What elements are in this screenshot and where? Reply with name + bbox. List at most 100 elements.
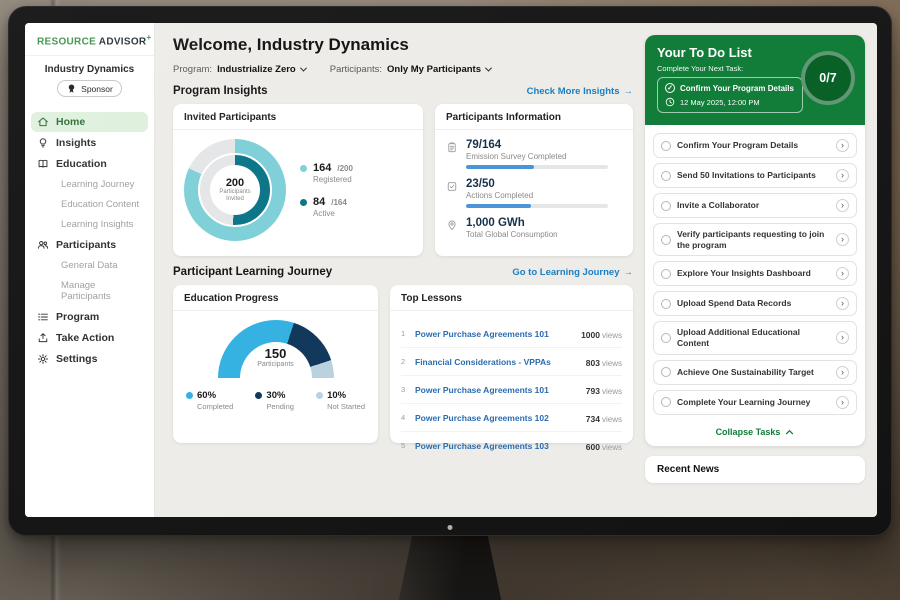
task-checkbox[interactable] (661, 201, 671, 211)
task-checkbox[interactable] (661, 333, 671, 343)
task-checkbox[interactable] (661, 269, 671, 279)
link-label: Check More Insights (527, 86, 620, 97)
sponsor-badge-label: Sponsor (81, 84, 113, 94)
not-started-dot (316, 392, 323, 399)
task-complete-learning-journey[interactable]: Complete Your Learning Journey › (653, 390, 857, 415)
chevron-right-icon[interactable]: › (836, 199, 849, 212)
lesson-views: 600 (586, 442, 600, 452)
participants-filter-select[interactable]: Only My Participants (387, 64, 491, 75)
chevron-right-icon[interactable]: › (836, 331, 849, 344)
lesson-title-link[interactable]: Power Purchase Agreements 102 (415, 413, 580, 423)
task-verify-participants[interactable]: Verify participants requesting to join t… (653, 223, 857, 256)
lesson-title-link[interactable]: Financial Considerations - VPPAs (415, 357, 580, 367)
sidebar-item-manage-participants[interactable]: Manage Participants (31, 276, 148, 306)
lesson-views-word: views (602, 415, 622, 424)
education-legend: 60% Completed 30% Pending 10% Not Starte… (184, 390, 367, 411)
sidebar-item-learning-journey[interactable]: Learning Journey (31, 175, 148, 194)
todo-progress-value: 0/7 (819, 71, 836, 85)
lesson-row[interactable]: 2 Financial Considerations - VPPAs 803vi… (401, 348, 622, 376)
check-more-insights-link[interactable]: Check More Insights → (527, 86, 633, 97)
invited-donut-ring-outer: 200 Participants Invited (184, 139, 286, 241)
lesson-title-link[interactable]: Power Purchase Agreements 101 (415, 329, 575, 339)
active-label: Active (313, 209, 353, 218)
task-label: Confirm Your Program Details (677, 140, 830, 151)
sidebar-item-education-content[interactable]: Education Content (31, 195, 148, 214)
legend-active: 84/164 Active (300, 196, 353, 218)
chevron-right-icon[interactable]: › (836, 139, 849, 152)
gear-icon (37, 353, 49, 365)
pending-pct: 30% (266, 390, 285, 401)
global-consumption-label: Total Global Consumption (466, 230, 558, 239)
lesson-row[interactable]: 3 Power Purchase Agreements 101 793views (401, 376, 622, 404)
chevron-right-icon[interactable]: › (836, 233, 849, 246)
chevron-right-icon[interactable]: › (836, 396, 849, 409)
lessons-card-title: Top Lessons (390, 285, 633, 311)
todo-task-list: Confirm Your Program Details › Send 50 I… (645, 125, 865, 422)
task-checkbox[interactable] (661, 397, 671, 407)
upload-action-icon (37, 332, 49, 344)
lesson-title-link[interactable]: Power Purchase Agreements 101 (415, 385, 580, 395)
check-icon: ✓ (665, 83, 675, 93)
lesson-rank: 2 (401, 357, 409, 366)
info-card-title: Participants Information (435, 104, 633, 130)
task-checkbox[interactable] (661, 299, 671, 309)
lesson-rank: 1 (401, 329, 409, 338)
recent-news-header[interactable]: Recent News (645, 456, 865, 483)
chevron-up-icon (785, 429, 794, 435)
invited-card-title: Invited Participants (173, 104, 423, 130)
sidebar-item-label: Participants (56, 239, 116, 251)
lesson-title-link[interactable]: Power Purchase Agreements 103 (415, 441, 580, 451)
lesson-row[interactable]: 1 Power Purchase Agreements 101 1000view… (401, 320, 622, 348)
chevron-right-icon[interactable]: › (836, 297, 849, 310)
task-invite-collaborator[interactable]: Invite a Collaborator › (653, 193, 857, 218)
sidebar-item-program[interactable]: Program (31, 307, 148, 327)
legend-not-started: 10% Not Started (316, 390, 365, 411)
task-upload-spend-data[interactable]: Upload Spend Data Records › (653, 291, 857, 316)
lesson-row[interactable]: 4 Power Purchase Agreements 102 734views (401, 404, 622, 432)
invited-donut-center: 200 Participants Invited (210, 165, 260, 215)
page-title: Welcome, Industry Dynamics (173, 35, 633, 55)
invited-participants-card: Invited Participants 200 Participants In… (173, 104, 423, 256)
task-confirm-program[interactable]: Confirm Your Program Details › (653, 133, 857, 158)
pending-label: Pending (266, 402, 294, 411)
top-lessons-card: Top Lessons 1 Power Purchase Agreements … (390, 285, 633, 443)
sidebar-item-learning-insights[interactable]: Learning Insights (31, 215, 148, 234)
task-checkbox[interactable] (661, 367, 671, 377)
survey-icon (446, 141, 458, 154)
sidebar-item-label: Manage Participants (61, 280, 142, 302)
task-upload-educational-content[interactable]: Upload Additional Educational Content › (653, 321, 857, 354)
registered-total: /200 (337, 164, 353, 173)
emission-survey-progressbar (466, 165, 608, 169)
medal-icon (66, 83, 77, 94)
chevron-right-icon[interactable]: › (836, 366, 849, 379)
arrow-right-icon: → (624, 267, 634, 278)
actions-completed-row: 23/50 Actions Completed (446, 178, 622, 208)
task-explore-insights[interactable]: Explore Your Insights Dashboard › (653, 261, 857, 286)
brand-advisor: ADVISOR (99, 36, 147, 47)
photo-background: RESOURCE ADVISOR+ Industry Dynamics Spon… (0, 0, 900, 600)
sidebar-item-participants[interactable]: Participants (31, 235, 148, 255)
sidebar-item-take-action[interactable]: Take Action (31, 328, 148, 348)
sidebar-item-general-data[interactable]: General Data (31, 256, 148, 275)
task-checkbox[interactable] (661, 171, 671, 181)
chevron-right-icon[interactable]: › (836, 267, 849, 280)
collapse-tasks-button[interactable]: Collapse Tasks (645, 422, 865, 446)
sidebar-item-settings[interactable]: Settings (31, 349, 148, 369)
go-to-learning-journey-link[interactable]: Go to Learning Journey → (512, 267, 633, 278)
education-center-value: 150 (218, 346, 334, 361)
legend-pending: 30% Pending (255, 390, 294, 411)
sidebar-item-home[interactable]: Home (31, 112, 148, 132)
sidebar-item-education[interactable]: Education (31, 154, 148, 174)
chevron-right-icon[interactable]: › (836, 169, 849, 182)
active-dot (300, 199, 307, 206)
task-checkbox[interactable] (661, 141, 671, 151)
sidebar-item-label: Education Content (61, 199, 139, 210)
sidebar-item-insights[interactable]: Insights (31, 133, 148, 153)
task-achieve-sustainability-target[interactable]: Achieve One Sustainability Target › (653, 360, 857, 385)
sidebar-item-label: Home (56, 116, 85, 128)
task-checkbox[interactable] (661, 235, 671, 245)
program-filter-select[interactable]: Industrialize Zero (217, 64, 306, 75)
task-send-invitations[interactable]: Send 50 Invitations to Participants › (653, 163, 857, 188)
lesson-row[interactable]: 5 Power Purchase Agreements 103 600views (401, 432, 622, 459)
lesson-views-word: views (602, 359, 622, 368)
